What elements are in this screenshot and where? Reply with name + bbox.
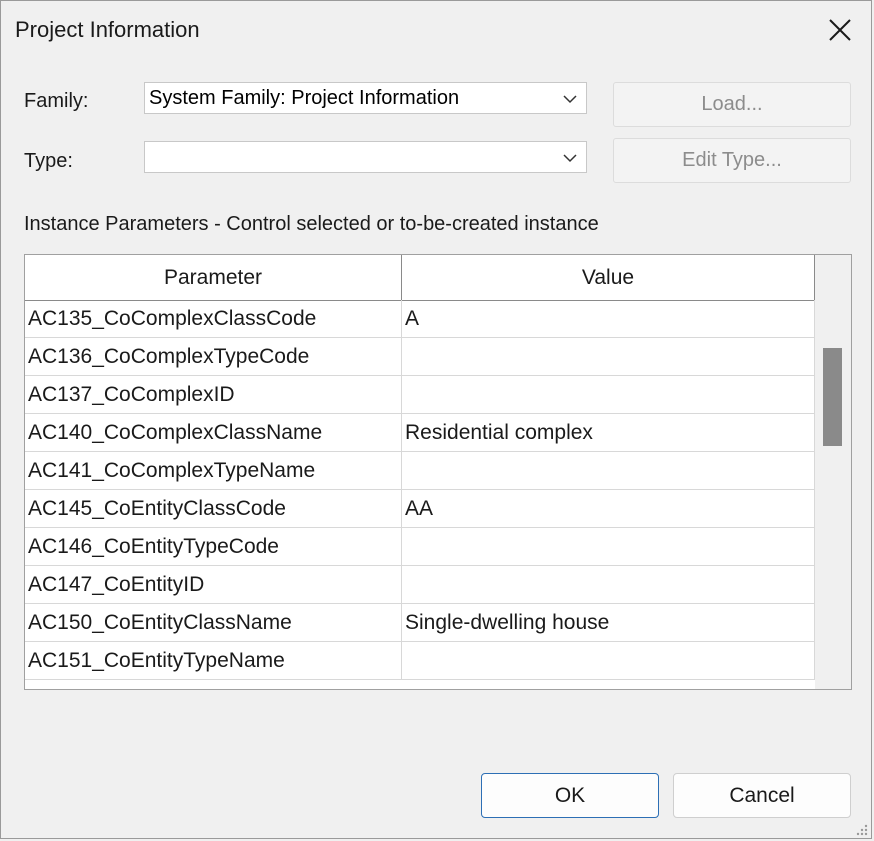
instance-parameters-label: Instance Parameters - Control selected o… — [24, 213, 599, 235]
table-row[interactable]: AC145_CoEntityClassCode AA — [25, 490, 815, 528]
parameter-cell: AC145_CoEntityClassCode — [25, 490, 402, 528]
vertical-scrollbar[interactable] — [815, 255, 851, 689]
parameter-cell: AC141_CoComplexTypeName — [25, 452, 402, 490]
value-cell[interactable]: A — [402, 300, 815, 338]
table-row[interactable]: AC136_CoComplexTypeCode — [25, 338, 815, 376]
table-row[interactable]: AC141_CoComplexTypeName — [25, 452, 815, 490]
scrollbar-thumb[interactable] — [823, 348, 842, 446]
table-row[interactable]: AC147_CoEntityID — [25, 566, 815, 604]
value-cell[interactable]: AA — [402, 490, 815, 528]
value-cell[interactable]: Single-dwelling house — [402, 604, 815, 642]
table-row[interactable]: AC137_CoComplexID — [25, 376, 815, 414]
parameter-cell: AC151_CoEntityTypeName — [25, 642, 402, 680]
value-cell[interactable] — [402, 452, 815, 490]
chevron-down-icon — [563, 154, 577, 163]
family-dropdown[interactable]: System Family: Project Information — [144, 82, 587, 114]
close-icon — [829, 19, 851, 41]
table-row[interactable]: AC151_CoEntityTypeName — [25, 642, 815, 680]
family-dropdown-value: System Family: Project Information — [149, 87, 460, 109]
value-cell[interactable] — [402, 376, 815, 414]
type-dropdown[interactable] — [144, 141, 587, 173]
type-label: Type: — [24, 150, 73, 172]
value-cell[interactable] — [402, 528, 815, 566]
parameter-cell: AC147_CoEntityID — [25, 566, 402, 604]
grid-header: Parameter Value — [25, 255, 815, 301]
table-row[interactable]: AC146_CoEntityTypeCode — [25, 528, 815, 566]
parameter-cell: AC137_CoComplexID — [25, 376, 402, 414]
column-header-value[interactable]: Value — [402, 255, 815, 300]
value-cell[interactable]: Residential complex — [402, 414, 815, 452]
parameter-cell: AC150_CoEntityClassName — [25, 604, 402, 642]
table-row[interactable]: AC135_CoComplexClassCode A — [25, 300, 815, 338]
dialog-title: Project Information — [15, 17, 200, 42]
cancel-button[interactable]: Cancel — [673, 773, 851, 818]
project-information-dialog: Project Information Family: System Famil… — [0, 0, 872, 839]
parameter-cell: AC136_CoComplexTypeCode — [25, 338, 402, 376]
ok-button[interactable]: OK — [481, 773, 659, 818]
parameter-cell: AC140_CoComplexClassName — [25, 414, 402, 452]
close-button[interactable] — [819, 9, 861, 51]
value-cell[interactable] — [402, 642, 815, 680]
family-label: Family: — [24, 90, 89, 112]
load-button[interactable]: Load... — [613, 82, 851, 127]
value-cell[interactable] — [402, 338, 815, 376]
parameter-cell: AC135_CoComplexClassCode — [25, 300, 402, 338]
resize-grip-icon[interactable] — [853, 821, 869, 837]
value-cell[interactable] — [402, 566, 815, 604]
grid-rows: AC135_CoComplexClassCode A AC136_CoComplex… — [25, 300, 815, 680]
chevron-down-icon — [563, 95, 577, 104]
edit-type-button[interactable]: Edit Type... — [613, 138, 851, 183]
table-row[interactable]: AC140_CoComplexClassName Residential comp… — [25, 414, 815, 452]
column-header-parameter[interactable]: Parameter — [25, 255, 402, 300]
table-row[interactable]: AC150_CoEntityClassName Single-dwelling h… — [25, 604, 815, 642]
parameter-cell: AC146_CoEntityTypeCode — [25, 528, 402, 566]
parameters-grid: Parameter Value AC135_CoComplexClassCode… — [24, 254, 852, 690]
